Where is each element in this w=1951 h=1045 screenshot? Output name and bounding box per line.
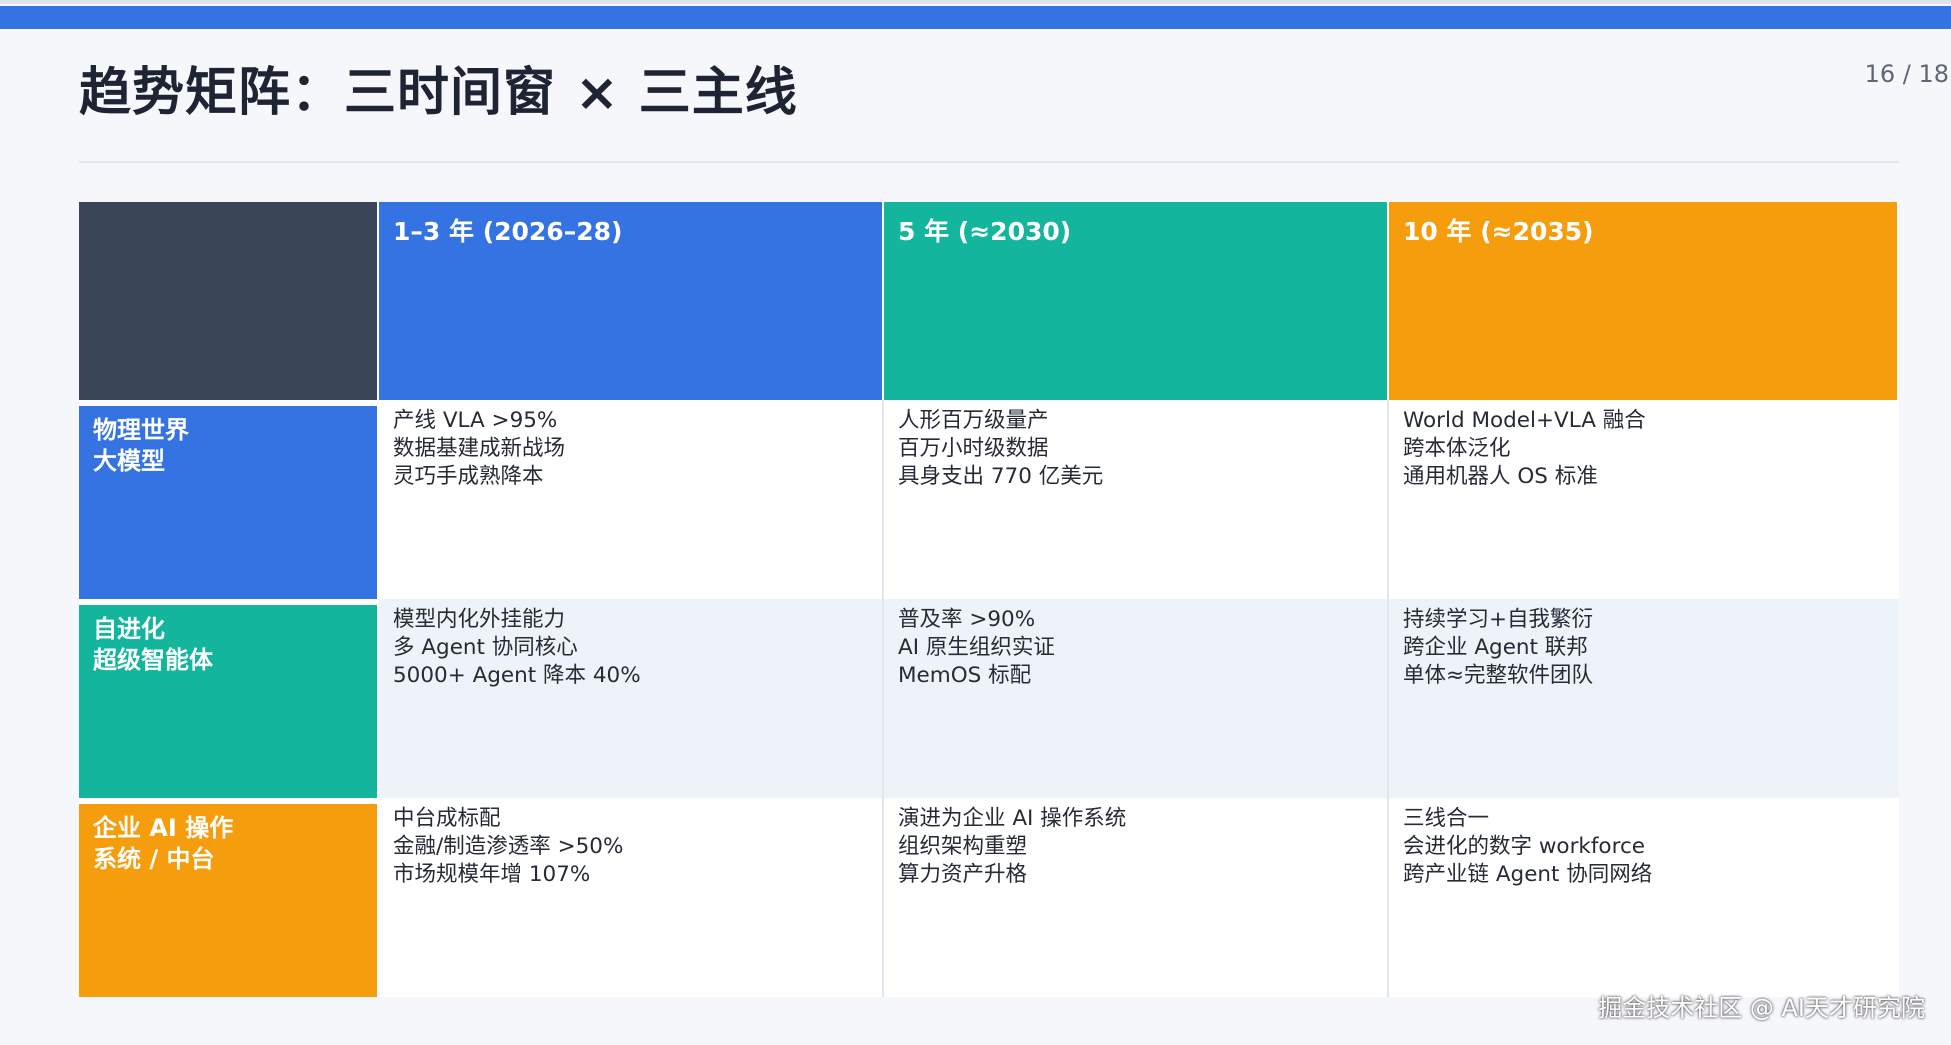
cell-line: 通用机器人 OS 标准 (1403, 464, 1598, 489)
matrix-cell-r1-c2: 人形百万级量产 百万小时级数据具身支出 770 亿美元 (884, 400, 1389, 599)
title-divider (79, 161, 1899, 163)
cell-line: 中台成标配 (393, 806, 501, 831)
slide-title: 趋势矩阵：三时间窗 × 三主线 (79, 63, 798, 123)
matrix-cell-r2-c3: 持续学习+自我繁衍 跨企业 Agent 联邦 单体≈完整软件团队 (1389, 599, 1899, 798)
cell-line: 会进化的数字 workforce (1403, 834, 1646, 859)
matrix-corner (79, 202, 379, 400)
row-header-3: 企业 AI 操作 系统 / 中台 (79, 798, 379, 997)
matrix-cell-r3-c2: 演进为企业 AI 操作系统 组织架构重塑 算力资产升格 (884, 798, 1389, 997)
cell-line: 金融/制造渗透率 >50% (393, 834, 624, 859)
cell-line: 三线合一 (1403, 806, 1490, 831)
cell-line: 组织架构重塑 (898, 834, 1028, 859)
matrix-cell-r1-c3: World Model+VLA 融合 跨本体泛化通用机器人 OS 标准 (1389, 400, 1899, 599)
column-header-3: 10 年 (≈2035) (1389, 202, 1899, 400)
cell-line: 具身支出 770 亿美元 (898, 464, 1104, 489)
trend-matrix: 1–3 年 (2026–28) 5 年 (≈2030) 10 年 (≈2035) 物理… (79, 202, 1899, 997)
cell-line: 多 Agent 协同核心 (393, 635, 578, 660)
matrix-cell-r1-c1: 产线 VLA >95% 数据基建成新战场 灵巧手成熟降本 (379, 400, 884, 599)
cell-line: 数据基建成新战场 (393, 436, 566, 461)
cell-line: 单体≈完整软件团队 (1403, 663, 1594, 688)
column-header-2: 5 年 (≈2030) (884, 202, 1389, 400)
page-number: 16 / 18 (1864, 60, 1949, 88)
matrix-cell-r3-c1: 中台成标配金融/制造渗透率 >50% 市场规模年增 107% (379, 798, 884, 997)
cell-line: 人形百万级量产 (898, 408, 1049, 433)
matrix-cell-r2-c1: 模型内化外挂能力多 Agent 协同核心 5000+ Agent 降本 40% (379, 599, 884, 798)
cell-line: 百万小时级数据 (898, 436, 1049, 461)
watermark: 掘金技术社区 @ AI天才研究院 (1598, 994, 1925, 1022)
cell-line: 跨产业链 Agent 协同网络 (1403, 862, 1653, 887)
cell-line: AI 原生组织实证 (898, 635, 1055, 660)
matrix-cell-r2-c2: 普及率 >90% AI 原生组织实证 MemOS 标配 (884, 599, 1389, 798)
cell-line: 算力资产升格 (898, 862, 1028, 887)
cell-line: 演进为企业 AI 操作系统 (898, 806, 1127, 831)
cell-line: 跨本体泛化 (1403, 436, 1511, 461)
cell-line: MemOS 标配 (898, 663, 1032, 688)
cell-line: 产线 VLA >95% (393, 408, 558, 433)
cell-line: 模型内化外挂能力 (393, 607, 566, 632)
cell-line: 灵巧手成熟降本 (393, 464, 544, 489)
cell-line: 跨企业 Agent 联邦 (1403, 635, 1588, 660)
cell-line: World Model+VLA 融合 (1403, 408, 1646, 433)
top-border (0, 0, 1951, 4)
top-accent-bar (0, 6, 1951, 29)
row-header-1: 物理世界 大模型 (79, 400, 379, 599)
column-header-1: 1–3 年 (2026–28) (379, 202, 884, 400)
cell-line: 持续学习+自我繁衍 (1403, 607, 1594, 632)
matrix-cell-r3-c3: 三线合一会进化的数字 workforce 跨产业链 Agent 协同网络 (1389, 798, 1899, 997)
cell-line: 5000+ Agent 降本 40% (393, 663, 641, 688)
cell-line: 普及率 >90% (898, 607, 1036, 632)
row-header-2: 自进化 超级智能体 (79, 599, 379, 798)
cell-line: 市场规模年增 107% (393, 862, 591, 887)
